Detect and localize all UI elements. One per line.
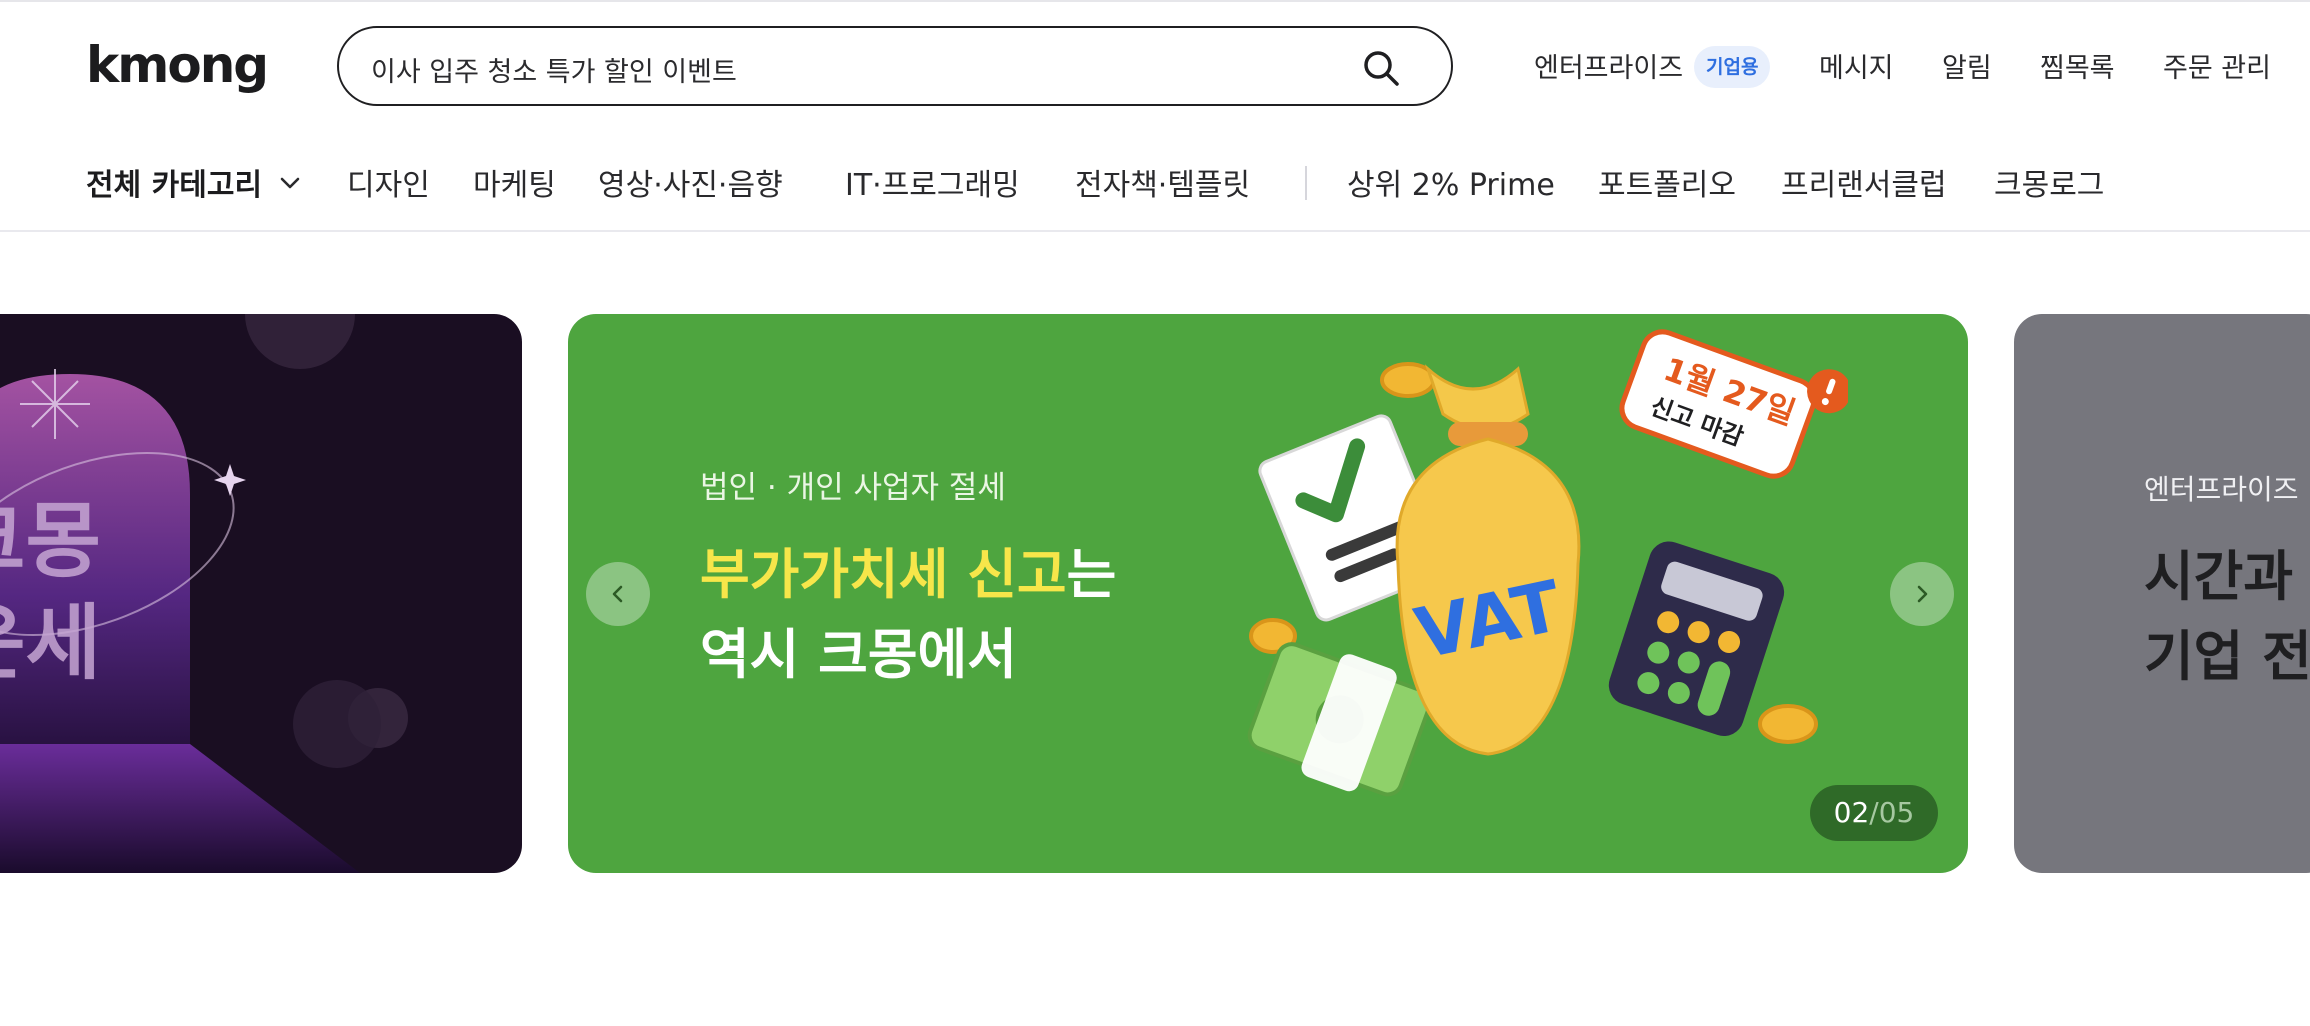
messages-link[interactable]: 메시지 bbox=[1819, 46, 1894, 85]
chevron-right-icon bbox=[1917, 585, 1928, 603]
nav-item-freelancer-club[interactable]: 프리랜서클럽 bbox=[1781, 160, 1947, 204]
nav-divider bbox=[1305, 166, 1307, 200]
enterprise-link[interactable]: 엔터프라이즈 bbox=[1534, 46, 1683, 85]
nav-divider-line bbox=[0, 230, 2310, 232]
search-bar[interactable]: 이사 입주 청소 특가 할인 이벤트 bbox=[337, 26, 1453, 106]
prev-slide-button[interactable] bbox=[586, 562, 650, 626]
enterprise-badge: 기업용 bbox=[1694, 46, 1771, 88]
banner-title-line1: 부가가치세 신고는 bbox=[700, 530, 1116, 609]
banner-title-line2: 역시 크몽에서 bbox=[700, 623, 1017, 686]
nav-item-video[interactable]: 영상·사진·음향 bbox=[598, 160, 783, 204]
notifications-link[interactable]: 알림 bbox=[1942, 46, 1992, 85]
banner-enterprise[interactable]: 엔터프라이즈 시간과 기업 전 bbox=[2014, 314, 2310, 873]
nav-item-design[interactable]: 디자인 bbox=[347, 160, 430, 204]
vat-illustration: VAT 1월 27일 신고 마감 bbox=[1247, 329, 1848, 797]
top-border bbox=[0, 0, 2310, 2]
nav-item-ebook[interactable]: 전자책·템플릿 bbox=[1075, 160, 1250, 204]
next-slide-button[interactable] bbox=[1890, 562, 1954, 626]
nav-item-portfolio[interactable]: 포트폴리오 bbox=[1598, 160, 1736, 204]
nav-item-it[interactable]: IT·프로그래밍 bbox=[845, 160, 1020, 204]
banner-fortune-line2: 운세 bbox=[0, 596, 101, 691]
banner-fortune[interactable]: 크몽 운세 bbox=[0, 314, 522, 873]
banner-subtitle: 법인 · 개인 사업자 절세 bbox=[700, 470, 1006, 506]
chevron-left-icon bbox=[612, 585, 623, 603]
slide-counter-current: 02 bbox=[1833, 796, 1870, 829]
wishlist-link[interactable]: 찜목록 bbox=[2040, 46, 2115, 85]
banner-vat[interactable]: 법인 · 개인 사업자 절세 부가가치세 신고는 역시 크몽에서 VAT 1월 … bbox=[568, 314, 1968, 873]
nav-item-marketing[interactable]: 마케팅 bbox=[473, 160, 556, 204]
banner-enterprise-line1: 시간과 bbox=[2144, 545, 2294, 608]
orders-link[interactable]: 주문 관리 bbox=[2163, 46, 2271, 85]
banner-title-highlight: 부가가치세 신고 bbox=[700, 543, 1067, 606]
chevron-down-icon[interactable] bbox=[277, 170, 303, 196]
banner-enterprise-line2: 기업 전 bbox=[2144, 625, 2310, 688]
banner-enterprise-subtitle: 엔터프라이즈 bbox=[2144, 473, 2299, 506]
search-input[interactable]: 이사 입주 청소 특가 할인 이벤트 bbox=[371, 50, 737, 89]
slide-counter-total: 05 bbox=[1878, 796, 1915, 829]
all-categories-button[interactable]: 전체 카테고리 bbox=[86, 160, 262, 204]
search-icon[interactable] bbox=[1361, 48, 1401, 88]
slide-counter: 02/05 bbox=[1810, 785, 1938, 841]
kmong-logo[interactable]: kmong bbox=[86, 36, 269, 94]
nav-item-prime[interactable]: 상위 2% Prime bbox=[1347, 160, 1555, 204]
banner-title-suffix: 는 bbox=[1066, 543, 1117, 606]
slide-counter-separator: / bbox=[1869, 796, 1879, 829]
nav-item-kmong-log[interactable]: 크몽로그 bbox=[1994, 160, 2104, 204]
